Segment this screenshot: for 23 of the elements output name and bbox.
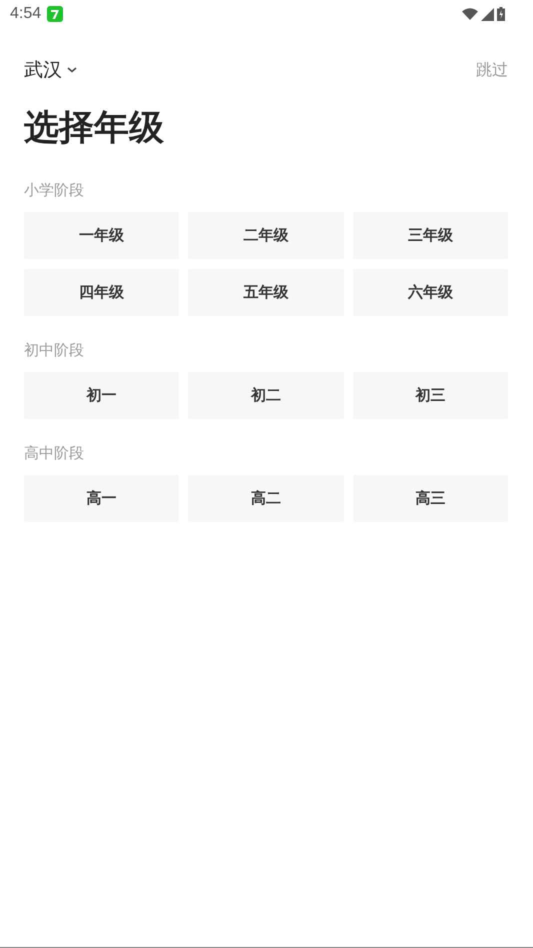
- grade-button[interactable]: 初一: [24, 372, 180, 419]
- wifi-icon: [462, 8, 478, 20]
- section-label: 小学阶段: [24, 180, 85, 200]
- app-notification-icon: [47, 6, 64, 22]
- grade-button[interactable]: 六年级: [352, 269, 508, 316]
- section-label: 初中阶段: [24, 340, 85, 360]
- grade-button[interactable]: 初二: [188, 372, 344, 419]
- section-label: 高中阶段: [24, 443, 85, 463]
- grade-button[interactable]: 高一: [24, 475, 180, 522]
- signal-icon: [481, 8, 494, 20]
- chevron-down-icon: [67, 67, 77, 73]
- page-title: 选择年级: [24, 107, 165, 150]
- battery-icon: [497, 7, 505, 21]
- city-selector[interactable]: 武汉: [24, 57, 77, 83]
- grade-button[interactable]: 五年级: [188, 269, 344, 316]
- grade-button[interactable]: 三年级: [352, 212, 508, 259]
- grade-button[interactable]: 初三: [352, 372, 508, 419]
- grade-button[interactable]: 高三: [352, 475, 508, 522]
- status-time: 4:54: [10, 5, 42, 23]
- grade-button[interactable]: 二年级: [188, 212, 344, 259]
- grade-button[interactable]: 高二: [188, 475, 344, 522]
- grade-button[interactable]: 一年级: [24, 212, 180, 259]
- grade-button[interactable]: 四年级: [24, 269, 180, 316]
